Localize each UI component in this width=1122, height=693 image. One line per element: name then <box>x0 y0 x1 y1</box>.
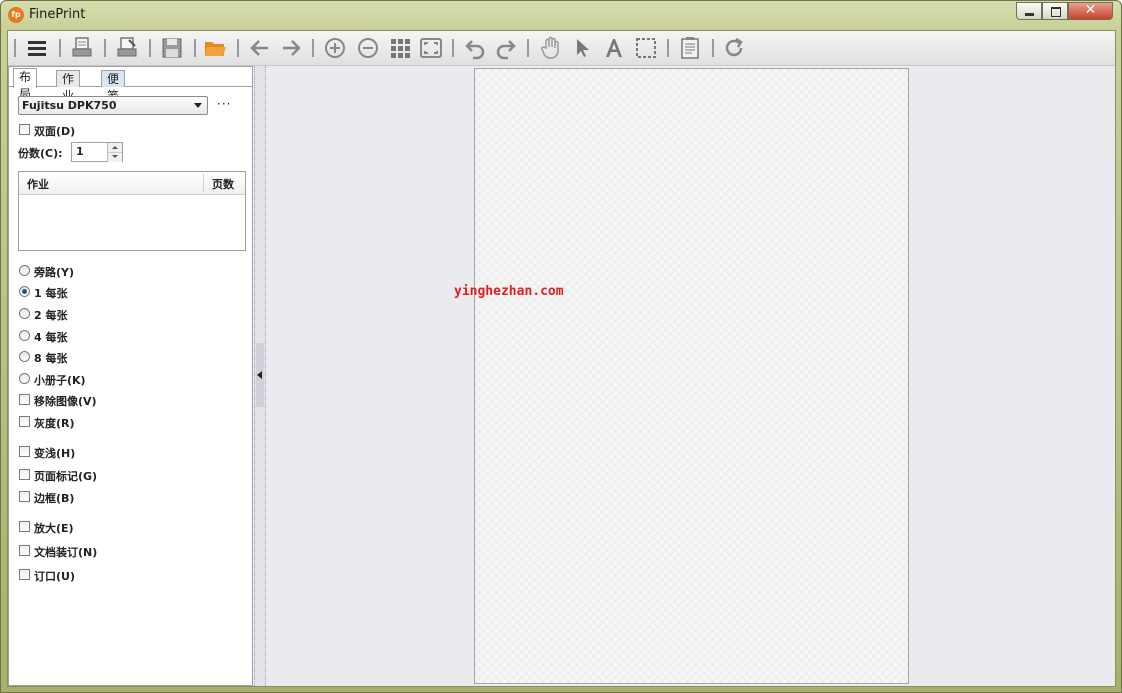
collapse-panel-icon[interactable] <box>256 343 264 407</box>
tab-strip-line <box>9 86 252 87</box>
toolbar-separator <box>14 39 16 57</box>
radio-eight-per-sheet-label: 8 每张 <box>34 352 68 365</box>
column-header-job[interactable]: 作业 <box>27 176 49 192</box>
jobs-table-header: 作业 页数 <box>19 172 245 195</box>
zoom-in-icon[interactable] <box>323 36 347 60</box>
stepper-up-icon[interactable] <box>107 143 122 152</box>
tab-job[interactable]: 作业 <box>56 70 81 103</box>
toolbar-separator <box>59 39 61 57</box>
toolbar-separator <box>104 39 106 57</box>
settings-panel: 布局 作业 便笺 Fujitsu DPK750 ··· 双面(D) 份数(C):… <box>8 66 253 686</box>
more-options-button[interactable]: ··· <box>217 97 231 111</box>
text-icon[interactable] <box>602 36 626 60</box>
copies-stepper[interactable]: 1 <box>71 142 123 162</box>
menu-icon[interactable] <box>25 36 49 60</box>
radio-two-per-sheet[interactable] <box>19 308 30 319</box>
gutter-checkbox[interactable] <box>19 569 30 580</box>
gutter-label: 订口(U) <box>34 570 75 583</box>
radio-four-per-sheet-label: 4 每张 <box>34 331 68 344</box>
printer-select[interactable]: Fujitsu DPK750 <box>18 96 208 115</box>
zoom-out-icon[interactable] <box>356 36 380 60</box>
radio-booklet[interactable] <box>19 373 30 384</box>
radio-four-per-sheet[interactable] <box>19 330 30 341</box>
hand-icon[interactable] <box>539 36 563 60</box>
grayscale-checkbox[interactable] <box>19 416 30 427</box>
panel-splitter[interactable] <box>254 66 266 686</box>
lighten-label: 变浅(H) <box>34 447 76 460</box>
toolbar-separator <box>237 39 239 57</box>
client-area: 布局 作业 便笺 Fujitsu DPK750 ··· 双面(D) 份数(C):… <box>7 30 1116 687</box>
pointer-icon[interactable] <box>571 36 595 60</box>
tab-layout[interactable]: 布局 <box>13 68 38 101</box>
fit-page-icon[interactable] <box>419 36 443 60</box>
printer-select-value: Fujitsu DPK750 <box>22 99 117 112</box>
column-header-pages[interactable]: 页数 <box>212 176 234 192</box>
toolbar-separator <box>149 39 151 57</box>
radio-bypass-label: 旁路(Y) <box>34 266 75 279</box>
redo-icon[interactable] <box>494 36 518 60</box>
toolbar-separator <box>527 39 529 57</box>
toolbar-separator <box>452 39 454 57</box>
minimize-button[interactable] <box>1016 2 1042 20</box>
border-label: 边框(B) <box>34 492 75 505</box>
back-arrow-icon[interactable] <box>248 36 272 60</box>
app-icon: fp <box>8 7 24 23</box>
toolbar <box>8 31 1115 66</box>
window-title: FinePrint <box>29 7 86 22</box>
app-window: fp FinePrint ✕ 布局 作 便 Fujitsu DPK750 ···… <box>0 0 1122 693</box>
radio-one-per-sheet-label: 1 每张 <box>34 287 68 300</box>
remove-images-label: 移除图像(V) <box>34 395 97 408</box>
open-folder-icon[interactable] <box>203 36 227 60</box>
column-divider <box>203 174 204 192</box>
radio-booklet-label: 小册子(K) <box>34 374 86 387</box>
maximize-button[interactable] <box>1042 2 1068 20</box>
page-preview[interactable] <box>474 68 909 684</box>
border-checkbox[interactable] <box>19 491 30 502</box>
minimize-icon <box>1025 13 1034 16</box>
toolbar-separator <box>712 39 714 57</box>
select-rect-icon[interactable] <box>634 36 658 60</box>
watermark-text: yinghezhan.com <box>454 284 564 299</box>
enlarge-label: 放大(E) <box>34 522 74 535</box>
duplex-label: 双面(D) <box>34 125 76 138</box>
undo-icon[interactable] <box>463 36 487 60</box>
title-bar[interactable]: fp FinePrint ✕ <box>1 1 1121 29</box>
print-options-icon[interactable] <box>115 36 139 60</box>
save-icon[interactable] <box>160 36 184 60</box>
radio-bypass[interactable] <box>19 265 30 276</box>
tab-notes[interactable]: 便笺 <box>101 70 126 103</box>
forward-arrow-icon[interactable] <box>279 36 303 60</box>
radio-one-per-sheet[interactable] <box>19 286 30 297</box>
radio-eight-per-sheet[interactable] <box>19 351 30 362</box>
lighten-checkbox[interactable] <box>19 446 30 457</box>
duplex-checkbox[interactable] <box>19 124 30 135</box>
stepper-down-icon[interactable] <box>107 152 122 162</box>
radio-two-per-sheet-label: 2 每张 <box>34 309 68 322</box>
copies-value: 1 <box>76 145 84 158</box>
copies-label: 份数(C): <box>18 147 63 160</box>
binding-label: 文档装订(N) <box>34 546 98 559</box>
print-icon[interactable] <box>70 36 94 60</box>
toolbar-separator <box>667 39 669 57</box>
jobs-table[interactable]: 作业 页数 <box>18 171 246 251</box>
remove-images-checkbox[interactable] <box>19 394 30 405</box>
close-button[interactable]: ✕ <box>1068 2 1113 20</box>
close-icon: ✕ <box>1084 2 1097 18</box>
grayscale-label: 灰度(R) <box>34 417 75 430</box>
refresh-icon[interactable] <box>722 36 746 60</box>
page-marks-checkbox[interactable] <box>19 469 30 480</box>
toolbar-separator <box>194 39 196 57</box>
enlarge-checkbox[interactable] <box>19 521 30 532</box>
maximize-icon <box>1051 7 1061 17</box>
chevron-down-icon <box>194 103 202 108</box>
grid-view-icon[interactable] <box>388 36 412 60</box>
toolbar-separator <box>312 39 314 57</box>
page-marks-label: 页面标记(G) <box>34 470 98 483</box>
binding-checkbox[interactable] <box>19 545 30 556</box>
notes-icon[interactable] <box>678 36 702 60</box>
